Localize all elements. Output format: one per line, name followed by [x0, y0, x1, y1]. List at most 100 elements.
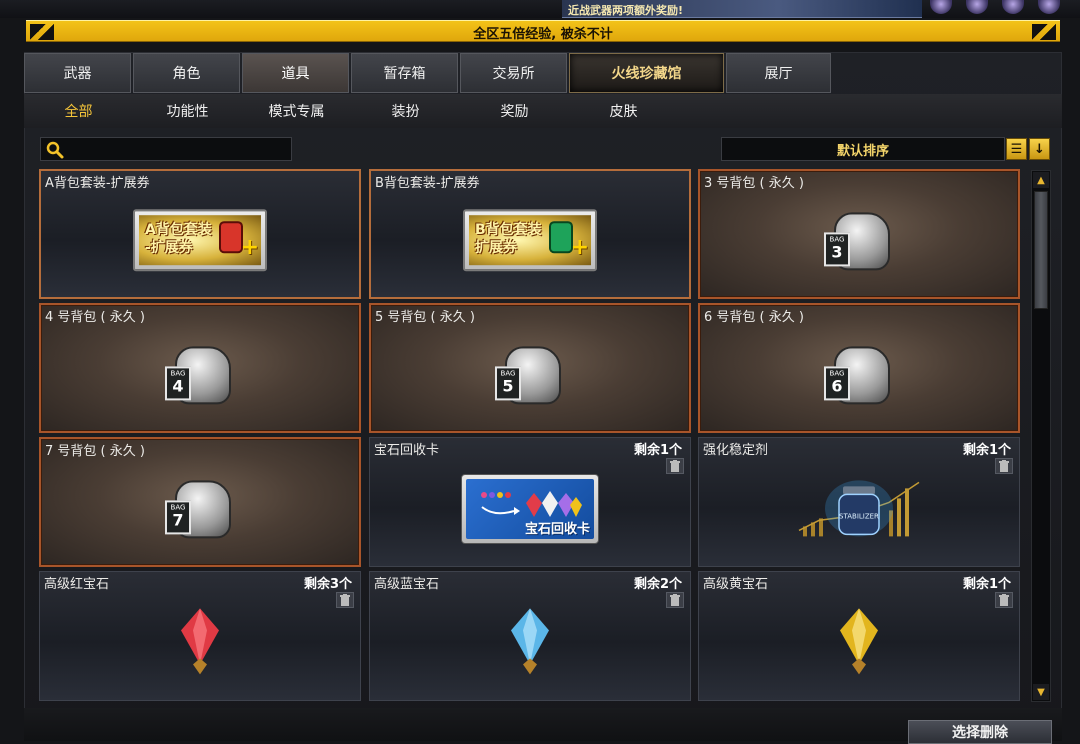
- item-image: STABILIZER: [789, 472, 929, 546]
- tab-label: 展厅: [764, 66, 793, 82]
- scroll-up-icon[interactable]: ▲: [1033, 172, 1049, 188]
- item-card[interactable]: 强化稳定剂 剩余1个 STABILIZER: [698, 437, 1020, 567]
- backpack-icon: BAG 4: [165, 342, 235, 406]
- coupon-line2: -扩展券: [145, 240, 193, 257]
- item-name: 高级红宝石: [44, 577, 110, 592]
- sort-dropdown[interactable]: 默认排序: [721, 137, 1005, 161]
- event-banner-text: 近战武器两项额外奖励!: [568, 4, 684, 17]
- item-card[interactable]: 6 号背包 ( 永久 ) BAG 6: [698, 303, 1020, 433]
- item-name: 强化稳定剂: [703, 443, 769, 458]
- item-card[interactable]: 宝石回收卡 剩余1个 宝石回收卡: [369, 437, 691, 567]
- subtab-all[interactable]: 全部: [24, 94, 133, 128]
- tab-label: 暂存箱: [383, 66, 426, 82]
- item-count: 剩余1个: [962, 443, 1011, 458]
- item-count: 剩余1个: [962, 577, 1011, 592]
- sort-order-button[interactable]: ↓: [1029, 138, 1050, 160]
- bottom-bar: [24, 708, 1062, 741]
- subtab-rewards[interactable]: 奖励: [460, 94, 569, 128]
- item-card[interactable]: 高级红宝石 剩余3个: [39, 571, 361, 701]
- backpack-icon: BAG 6: [824, 342, 894, 406]
- item-image: A背包套装 -扩展券 +: [133, 209, 267, 272]
- sort-label: 默认排序: [836, 143, 889, 159]
- tab-items[interactable]: 道具: [242, 53, 349, 93]
- trash-icon[interactable]: [995, 458, 1013, 474]
- item-name: 宝石回收卡: [374, 443, 440, 458]
- item-card[interactable]: 7 号背包 ( 永久 ) BAG 7: [39, 437, 361, 567]
- yellow-gem-icon: [840, 608, 878, 675]
- item-image: [507, 606, 553, 680]
- item-image: 宝石回收卡: [461, 474, 599, 544]
- item-card[interactable]: 高级黄宝石 剩余1个: [698, 571, 1020, 701]
- item-name: 6 号背包 ( 永久 ): [704, 310, 804, 325]
- tab-exchange[interactable]: 交易所: [460, 53, 567, 93]
- tab-showroom[interactable]: 展厅: [726, 53, 831, 93]
- coupon-line1: B背包套装: [475, 222, 542, 239]
- subtab-skins[interactable]: 皮肤: [569, 94, 678, 128]
- tab-label: 火线珍藏馆: [611, 66, 682, 82]
- gems-icon: [481, 491, 582, 517]
- scroll-thumb[interactable]: [1034, 191, 1048, 309]
- subtab-functional[interactable]: 功能性: [133, 94, 242, 128]
- tab-weapons[interactable]: 武器: [24, 53, 131, 93]
- item-image: [836, 606, 882, 680]
- tab-label: 武器: [63, 66, 92, 82]
- bag-number: 4: [172, 376, 184, 396]
- event-banner[interactable]: 近战武器两项额外奖励!: [562, 0, 922, 18]
- item-image: B背包套装 扩展券 +: [463, 209, 597, 272]
- item-name: 3 号背包 ( 永久 ): [704, 176, 804, 191]
- item-card[interactable]: A背包套装-扩展券 A背包套装 -扩展券 +: [39, 169, 361, 299]
- backpack-icon: BAG 7: [165, 476, 235, 540]
- tab-collection-hall[interactable]: 火线珍藏馆: [569, 53, 724, 93]
- trash-icon[interactable]: [336, 592, 354, 608]
- tab-label: 道具: [281, 66, 310, 82]
- search-input[interactable]: [69, 140, 287, 158]
- item-name: 7 号背包 ( 永久 ): [45, 444, 145, 459]
- item-name: 5 号背包 ( 永久 ): [375, 310, 475, 325]
- stabilizer-label: STABILIZER: [839, 512, 879, 520]
- backpack-icon: [549, 221, 573, 254]
- main-tabs: 武器 角色 道具 暂存箱 交易所 火线珍藏馆 展厅: [24, 53, 833, 93]
- sub-tabs: 全部 功能性 模式专属 装扮 奖励 皮肤: [24, 94, 1062, 128]
- coupon-art: A背包套装 -扩展券 +: [133, 209, 267, 272]
- search-box[interactable]: [40, 137, 292, 161]
- coupon-line2: 扩展券: [475, 240, 517, 257]
- tab-characters[interactable]: 角色: [133, 53, 240, 93]
- item-card[interactable]: 4 号背包 ( 永久 ) BAG 4: [39, 303, 361, 433]
- item-card[interactable]: 3 号背包 ( 永久 ) BAG 3: [698, 169, 1020, 299]
- plus-icon: +: [240, 235, 259, 261]
- coupon-line1: A背包套装: [145, 222, 212, 239]
- scroll-down-icon[interactable]: ▼: [1033, 684, 1049, 700]
- item-image: [177, 606, 223, 680]
- trash-icon[interactable]: [995, 592, 1013, 608]
- subtab-appearance[interactable]: 装扮: [351, 94, 460, 128]
- item-count: 剩余2个: [633, 577, 682, 592]
- arrow-down-icon: ↓: [1034, 141, 1045, 157]
- item-card[interactable]: B背包套装-扩展券 B背包套装 扩展券 +: [369, 169, 691, 299]
- item-card[interactable]: 高级蓝宝石 剩余2个: [369, 571, 691, 701]
- tab-label: 角色: [172, 66, 201, 82]
- tab-storage[interactable]: 暂存箱: [351, 53, 458, 93]
- list-view-button[interactable]: ☰: [1006, 138, 1027, 160]
- item-image: BAG 5: [495, 342, 565, 406]
- item-count: 剩余3个: [303, 577, 352, 592]
- red-gem-icon: [181, 608, 219, 675]
- item-name: 高级黄宝石: [703, 577, 769, 592]
- item-name: A背包套装-扩展券: [45, 176, 150, 191]
- bag-number: 7: [172, 510, 184, 530]
- backpack-icon: BAG 5: [495, 342, 565, 406]
- item-card[interactable]: 5 号背包 ( 永久 ) BAG 5: [369, 303, 691, 433]
- tab-label: 交易所: [492, 66, 535, 82]
- trash-icon[interactable]: [666, 458, 684, 474]
- item-image: BAG 7: [165, 476, 235, 540]
- trash-icon[interactable]: [666, 592, 684, 608]
- bag-number: 6: [831, 376, 843, 396]
- stabilizer-jar-icon: STABILIZER: [798, 480, 920, 537]
- subtab-mode-exclusive[interactable]: 模式专属: [242, 94, 351, 128]
- item-image: BAG 6: [824, 342, 894, 406]
- item-image: BAG 3: [824, 208, 894, 272]
- select-delete-button[interactable]: 选择删除: [908, 720, 1052, 744]
- item-grid: A背包套装-扩展券 A背包套装 -扩展券 + B背包套装-扩展券 B背包套装 扩展券…: [39, 169, 1025, 703]
- item-image: BAG 4: [165, 342, 235, 406]
- search-icon[interactable]: [45, 140, 65, 160]
- scrollbar[interactable]: ▲ ▼: [1031, 170, 1051, 702]
